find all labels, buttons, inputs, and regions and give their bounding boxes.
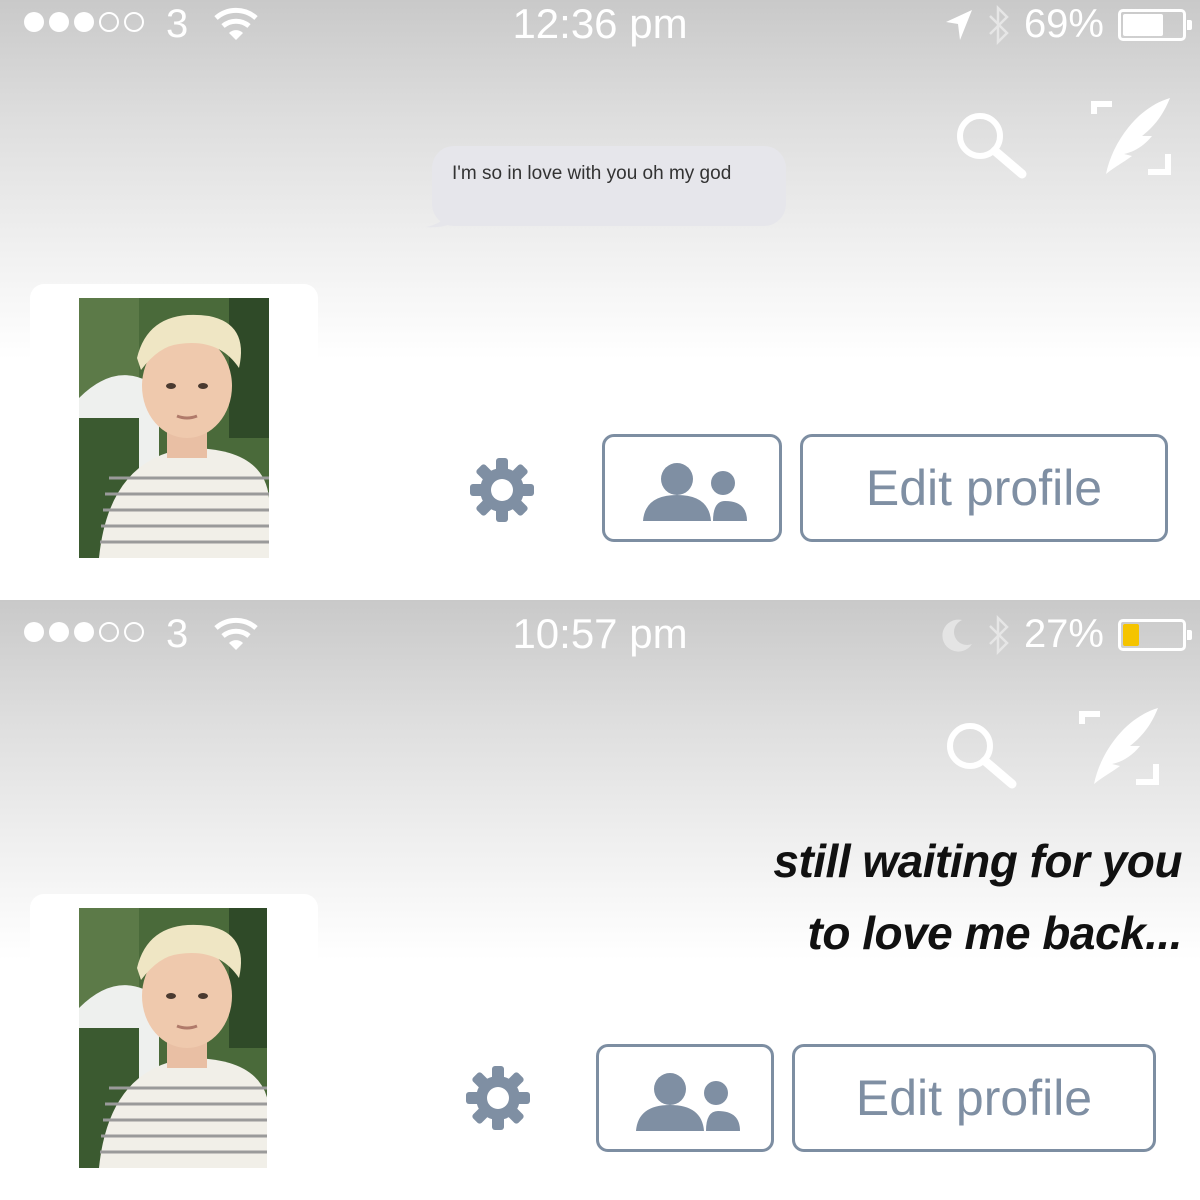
compose-feather-icon[interactable] [1088,94,1174,180]
search-icon[interactable] [950,106,1030,180]
location-arrow-icon [945,9,972,40]
bluetooth-icon [989,4,1009,45]
moon-icon [942,619,972,652]
bluetooth-icon [989,614,1009,655]
status-bar: 3 12:36 pm 69% [0,0,1200,50]
battery-level [1123,13,1164,36]
people-icon [643,463,747,521]
friends-button[interactable] [602,434,782,542]
status-bar: 3 10:57 pm 27% [0,610,1200,660]
edit-profile-label: Edit profile [865,460,1103,516]
caption-line-2: to love me back... [807,907,1183,959]
edit-profile-label: Edit profile [855,1070,1093,1126]
gear-icon[interactable] [464,1064,532,1132]
edit-profile-button[interactable]: Edit profile [800,434,1168,542]
message-text: I'm so in love with you oh my god [452,163,732,184]
edit-profile-button[interactable]: Edit profile [792,1044,1156,1152]
people-icon [636,1073,740,1131]
caption-line-1: still waiting for you [773,835,1182,887]
gear-icon[interactable] [468,456,536,524]
battery-percent: 69% [1023,2,1104,46]
avatar[interactable] [79,298,269,558]
avatar-card [30,284,318,584]
compose-feather-icon[interactable] [1076,704,1162,790]
avatar[interactable] [79,908,267,1168]
battery-icon [1118,8,1192,41]
friends-button[interactable] [596,1044,774,1152]
battery-percent: 27% [1023,612,1104,656]
battery-level [1123,623,1139,646]
battery-icon [1118,618,1192,651]
message-bubble: I'm so in love with you oh my god [432,146,786,226]
bubble-tail [426,200,454,228]
search-icon[interactable] [940,716,1020,790]
profile-screen-bottom: 3 10:57 pm 27% still waiting for you to … [0,600,1200,1200]
profile-screen-top: 3 12:36 pm 69% I'm so in love with you o… [0,0,1200,600]
avatar-card [30,894,318,1194]
caption-text: still waiting for you to love me back... [773,825,1182,969]
